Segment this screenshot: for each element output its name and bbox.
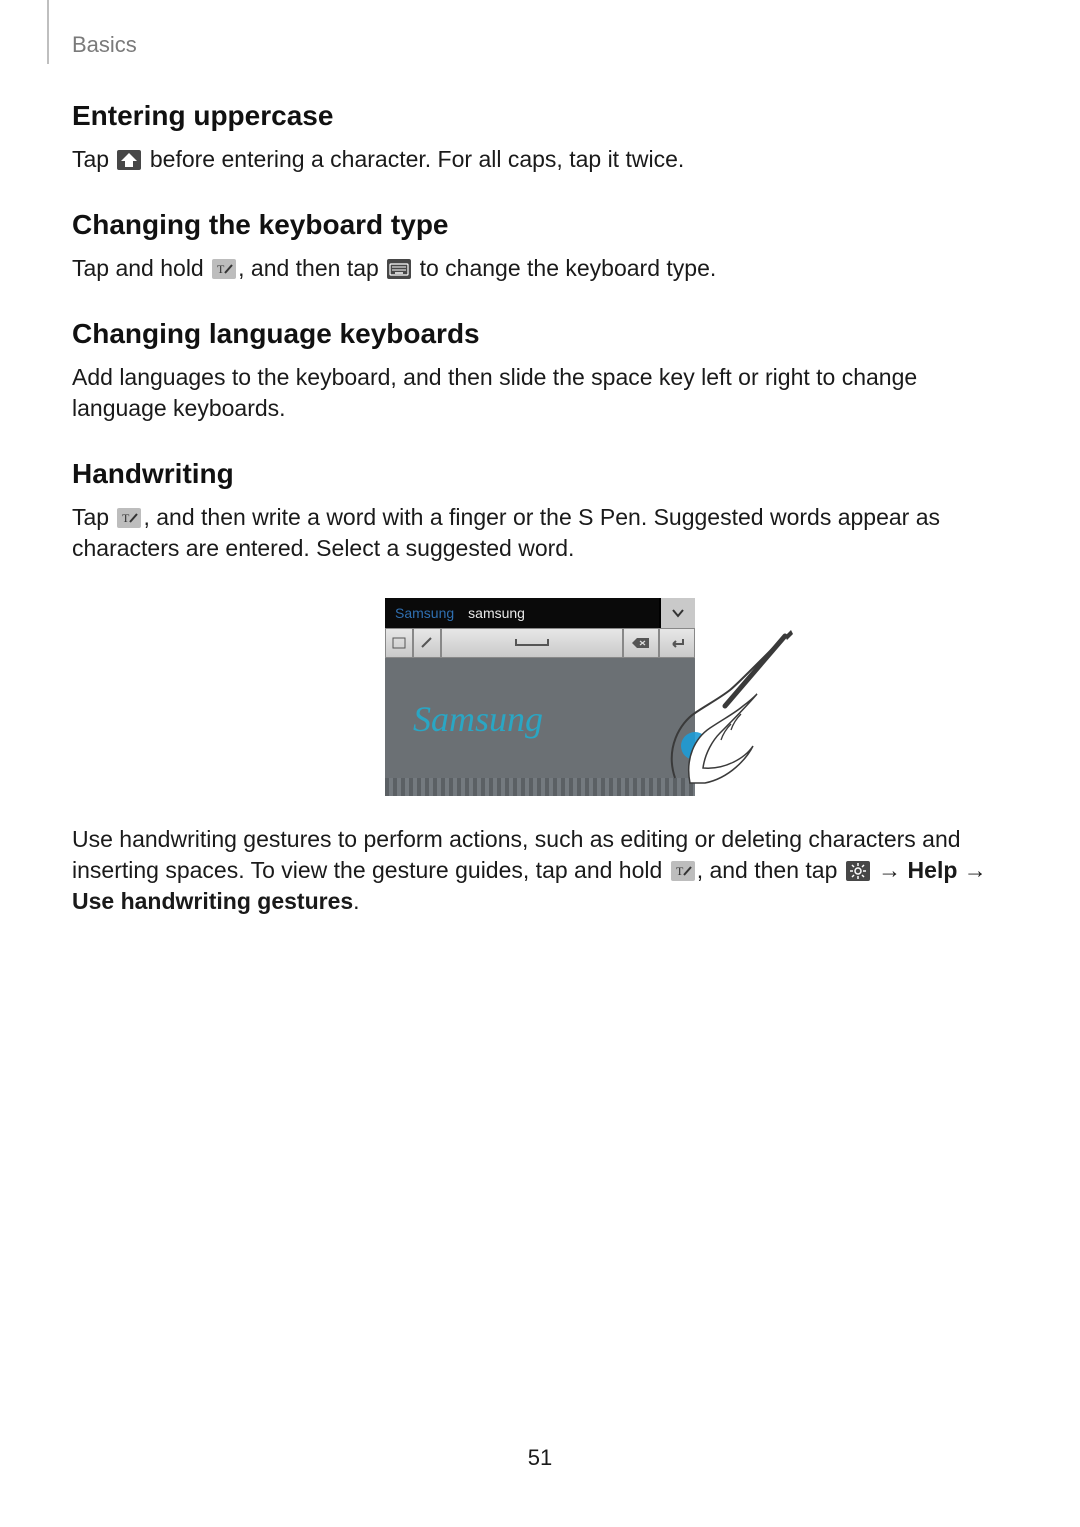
text: Tap [72, 504, 115, 530]
suggestion-primary: Samsung [395, 605, 454, 621]
t-pen-icon: T [117, 508, 141, 528]
arrow: → [872, 857, 908, 883]
space-key [441, 628, 623, 658]
svg-text:T: T [122, 511, 130, 525]
para-keyboard-type: Tap and hold T , and then tap to change t… [72, 253, 1008, 284]
section-breadcrumb: Basics [72, 32, 137, 58]
text: , and then tap [238, 255, 385, 281]
handwriting-figure: Samsung samsung [72, 598, 1008, 796]
section-keyboard-type: Changing the keyboard type Tap and hold … [72, 209, 1008, 284]
text: to change the keyboard type. [413, 255, 716, 281]
suggestion-secondary: samsung [468, 605, 525, 621]
help-label: Help [908, 857, 958, 883]
mode-button [385, 628, 413, 658]
margin-rule [47, 0, 49, 64]
text: Tap and hold [72, 255, 210, 281]
heading-handwriting: Handwriting [72, 458, 1008, 490]
manual-page: Basics Entering uppercase Tap before ent… [0, 0, 1080, 1527]
text: before entering a character. For all cap… [143, 146, 684, 172]
para-handwriting-intro: Tap T, and then write a word with a fing… [72, 502, 1008, 564]
handwriting-area: Samsung [385, 658, 695, 778]
t-pen-icon: T [212, 259, 236, 279]
para-entering-uppercase: Tap before entering a character. For all… [72, 144, 1008, 175]
text: , and then tap [697, 857, 844, 883]
backspace-key [623, 628, 659, 658]
heading-entering-uppercase: Entering uppercase [72, 100, 1008, 132]
settings-icon [846, 861, 870, 881]
para-language-keyboards: Add languages to the keyboard, and then … [72, 362, 1008, 424]
heading-language-keyboards: Changing language keyboards [72, 318, 1008, 350]
section-handwriting: Handwriting Tap T, and then write a word… [72, 458, 1008, 917]
handwritten-text: Samsung [413, 698, 543, 740]
section-language-keyboards: Changing language keyboards Add language… [72, 318, 1008, 424]
section-entering-uppercase: Entering uppercase Tap before entering a… [72, 100, 1008, 175]
keyboard-toolbar [385, 628, 695, 658]
suggestion-bar: Samsung samsung [385, 598, 695, 628]
handwriting-mode-button [413, 628, 441, 658]
use-handwriting-gestures-label: Use handwriting gestures [72, 888, 353, 914]
t-pen-icon: T [671, 861, 695, 881]
page-content: Entering uppercase Tap before entering a… [72, 100, 1008, 951]
text: , and then write a word with a finger or… [72, 504, 940, 561]
chevron-down-icon [671, 606, 685, 620]
arrow: → [957, 857, 986, 883]
text: . [353, 888, 359, 914]
ruler-strip [385, 778, 695, 796]
suggestion-expand-button [659, 598, 695, 628]
heading-keyboard-type: Changing the keyboard type [72, 209, 1008, 241]
enter-key [659, 628, 695, 658]
svg-text:T: T [217, 262, 225, 276]
para-handwriting-gestures: Use handwriting gestures to perform acti… [72, 824, 1008, 917]
shift-icon [117, 150, 141, 170]
page-number: 51 [0, 1445, 1080, 1471]
handwriting-keyboard-mock: Samsung samsung [385, 598, 695, 796]
text: Tap [72, 146, 115, 172]
svg-text:T: T [676, 864, 684, 878]
keyboard-icon [387, 259, 411, 279]
